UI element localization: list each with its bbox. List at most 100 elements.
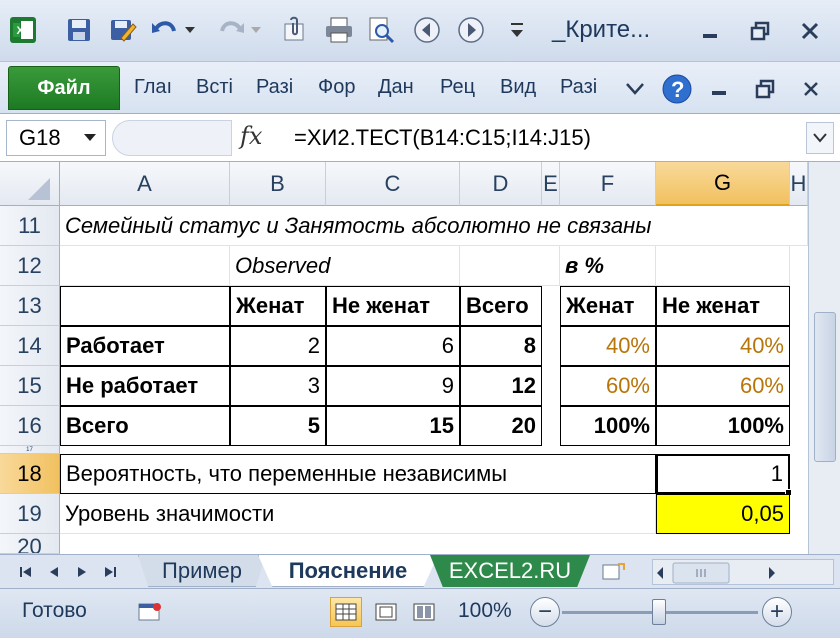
expand-formula-bar-icon[interactable] [806, 122, 834, 154]
tab-developer[interactable]: Разі [560, 76, 600, 104]
row-header-17[interactable]: 17 [0, 446, 60, 454]
cell-b13[interactable]: Женат [230, 286, 326, 326]
cell-d12[interactable] [460, 246, 560, 286]
normal-view-icon[interactable] [330, 597, 362, 627]
cell-f12[interactable]: в % [560, 246, 656, 286]
cell-c15[interactable]: 9 [326, 366, 460, 406]
cell-d14[interactable]: 8 [460, 326, 542, 366]
cell-f16[interactable]: 100% [560, 406, 656, 446]
cell-f13[interactable]: Женат [560, 286, 656, 326]
column-header-a[interactable]: A [60, 162, 230, 206]
undo-icon[interactable] [150, 14, 180, 46]
first-sheet-icon[interactable] [14, 561, 38, 583]
cell-a14[interactable]: Работает [60, 326, 230, 366]
redo-dropdown-icon[interactable] [246, 14, 266, 46]
macro-record-icon[interactable] [134, 597, 166, 627]
name-box-dropdown-icon[interactable] [80, 120, 100, 154]
cell-b14[interactable]: 2 [230, 326, 326, 366]
page-layout-view-icon[interactable] [370, 597, 402, 627]
tab-view[interactable]: Вид [500, 76, 542, 104]
tab-formulas[interactable]: Фор [318, 76, 360, 104]
last-sheet-icon[interactable] [98, 561, 122, 583]
cell-f15[interactable]: 60% [560, 366, 656, 406]
zoom-level[interactable]: 100% [458, 599, 512, 623]
back-icon[interactable] [412, 14, 442, 46]
column-header-h[interactable]: H [790, 162, 808, 206]
undo-dropdown-icon[interactable] [180, 14, 200, 46]
minimize-icon[interactable] [690, 14, 730, 48]
cell-g13[interactable]: Не женат [656, 286, 790, 326]
row-header-16[interactable]: 16 [0, 406, 60, 446]
save-as-icon[interactable] [108, 14, 138, 46]
insert-sheet-icon[interactable] [596, 561, 630, 583]
cell-g14[interactable]: 40% [656, 326, 790, 366]
zoom-slider-thumb[interactable] [652, 599, 666, 625]
excel-logo-icon[interactable]: X [8, 14, 38, 46]
print-preview-icon[interactable] [366, 14, 396, 46]
row-header-19[interactable]: 19 [0, 494, 60, 534]
minimize-ribbon-icon[interactable] [618, 72, 652, 106]
cell-g19[interactable]: 0,05 [656, 494, 790, 534]
column-header-c[interactable]: C [326, 162, 460, 206]
tab-page-layout[interactable]: Разі [256, 76, 296, 104]
save-icon[interactable] [64, 14, 94, 46]
cell-g15[interactable]: 60% [656, 366, 790, 406]
cell-d13[interactable]: Всего [460, 286, 542, 326]
vertical-scroll-thumb[interactable] [814, 312, 836, 462]
row-header-14[interactable]: 14 [0, 326, 60, 366]
column-header-f[interactable]: F [560, 162, 656, 206]
horizontal-scrollbar[interactable] [652, 559, 834, 585]
workbook-close-icon[interactable] [794, 72, 828, 106]
row-header-15[interactable]: 15 [0, 366, 60, 406]
cell-a12[interactable] [60, 246, 230, 286]
cell-b15[interactable]: 3 [230, 366, 326, 406]
select-all-corner[interactable] [0, 162, 60, 206]
cell-b16[interactable]: 5 [230, 406, 326, 446]
sheet-tab-excel2ru[interactable]: EXCEL2.RU [430, 555, 590, 587]
cell-a18[interactable]: Вероятность, что переменные независимы [60, 454, 656, 494]
row-header-13[interactable]: 13 [0, 286, 60, 326]
previous-sheet-icon[interactable] [42, 561, 66, 583]
column-header-g[interactable]: G [656, 162, 790, 206]
page-break-preview-icon[interactable] [408, 597, 440, 627]
tab-insert[interactable]: Всті [196, 76, 234, 104]
vertical-scrollbar[interactable] [808, 162, 840, 554]
column-header-e[interactable]: E [542, 162, 560, 206]
row-header-11[interactable]: 11 [0, 206, 60, 246]
print-icon[interactable] [324, 14, 354, 46]
cell-a13[interactable] [60, 286, 230, 326]
cell-a15[interactable]: Не работает [60, 366, 230, 406]
close-icon[interactable] [790, 14, 830, 48]
cell-b12[interactable]: Observed [230, 246, 460, 286]
attach-icon[interactable] [280, 14, 310, 46]
formula-input[interactable]: =ХИ2.ТЕСТ(B14:C15;I14:J15) [286, 120, 800, 156]
cell-g18-selected[interactable]: 1 [656, 454, 790, 494]
help-icon[interactable]: ? [660, 72, 694, 106]
row-header-12[interactable]: 12 [0, 246, 60, 286]
cell-d16[interactable]: 20 [460, 406, 542, 446]
row-header-18[interactable]: 18 [0, 454, 60, 494]
cell-g16[interactable]: 100% [656, 406, 790, 446]
cell-c13[interactable]: Не женат [326, 286, 460, 326]
tab-review[interactable]: Рец [440, 76, 480, 104]
next-sheet-icon[interactable] [70, 561, 94, 583]
sheet-tab-poyasnenie[interactable]: Пояснение [258, 555, 438, 587]
cell-c14[interactable]: 6 [326, 326, 460, 366]
cell-a19[interactable]: Уровень значимости [60, 494, 656, 534]
tab-data[interactable]: Дан [378, 76, 420, 104]
column-header-b[interactable]: B [230, 162, 326, 206]
customize-quick-access-icon[interactable] [506, 14, 528, 46]
cell-f14[interactable]: 40% [560, 326, 656, 366]
insert-function-icon[interactable]: fx [240, 122, 262, 150]
sheet-tab-primer[interactable]: Пример [138, 555, 266, 587]
tab-home[interactable]: Глаı [134, 76, 172, 104]
redo-icon[interactable] [216, 14, 246, 46]
row-header-20[interactable]: 20 [0, 534, 60, 554]
restore-icon[interactable] [740, 14, 780, 48]
forward-icon[interactable] [456, 14, 486, 46]
workbook-minimize-icon[interactable] [702, 72, 736, 106]
cell-c16[interactable]: 15 [326, 406, 460, 446]
cell-a11[interactable]: Семейный статус и Занятость абсолютно не… [60, 206, 808, 246]
cell-d15[interactable]: 12 [460, 366, 542, 406]
workbook-restore-icon[interactable] [748, 72, 782, 106]
